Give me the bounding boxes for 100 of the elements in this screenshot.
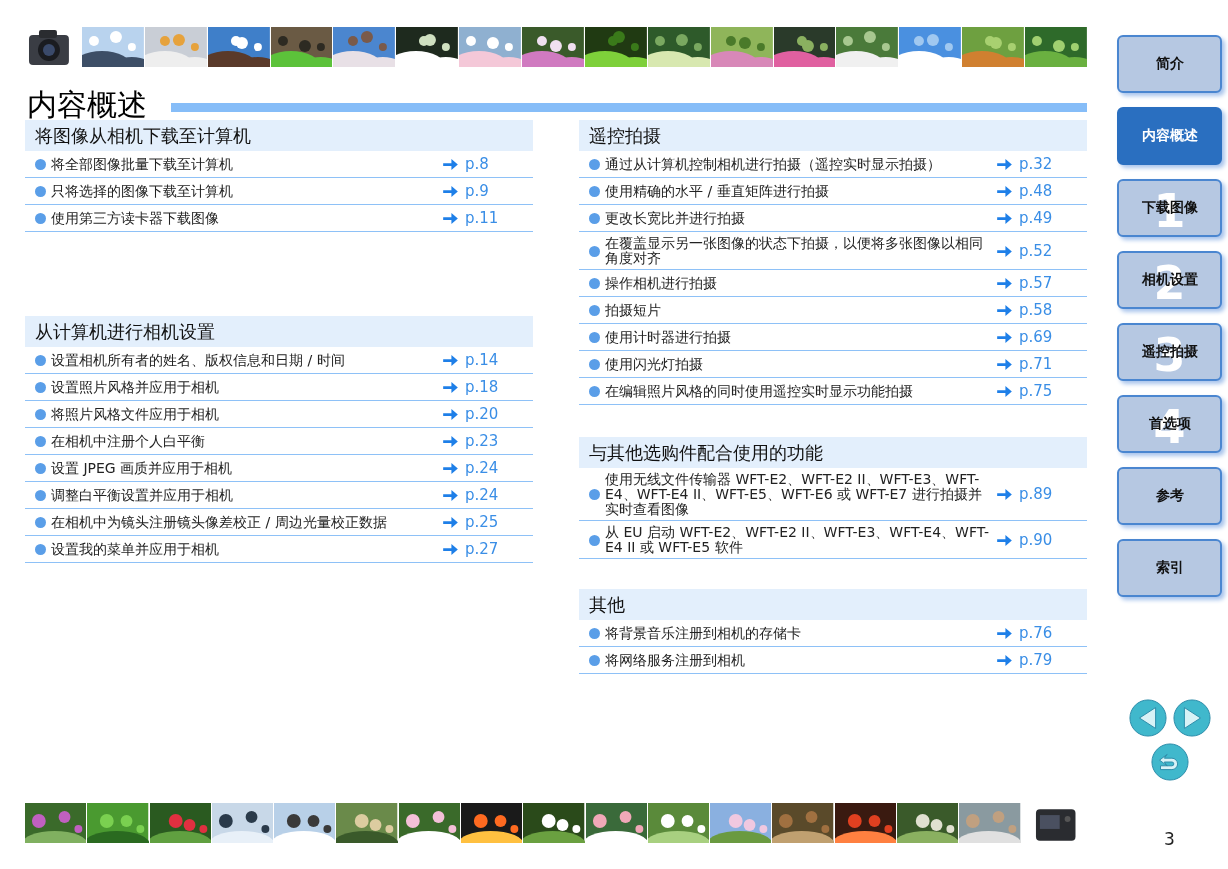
bullet-icon <box>35 382 46 393</box>
nav-button[interactable]: 内容概述 <box>1117 107 1222 165</box>
topic-text: 拍摄短片 <box>605 301 662 320</box>
topic-text: 设置照片风格并应用于相机 <box>51 378 220 397</box>
section-heading: 其他 <box>579 589 1087 620</box>
topic-text: 使用无线文件传输器 WFT-E2、WFT-E2 II、WFT-E3、WFT-E4、WFT-E4 II、WFT-E5、WFT-E6 或 WFT-E7 进行拍摄并实时查看图像 <box>605 470 983 519</box>
bullet-icon <box>35 213 46 224</box>
page-link[interactable]: p.11 <box>441 211 521 226</box>
page-link[interactable]: p.89 <box>995 487 1075 502</box>
bullet-icon <box>35 159 46 170</box>
page-link[interactable]: p.8 <box>441 157 521 172</box>
nav-button[interactable]: 索引 <box>1117 539 1222 597</box>
arrow-icon <box>997 359 1012 370</box>
bullet-icon <box>35 355 46 366</box>
topic-text: 设置相机所有者的姓名、版权信息和日期 / 时间 <box>51 351 346 370</box>
arrow-icon <box>443 517 458 528</box>
topic-text: 在相机中注册个人白平衡 <box>51 432 206 451</box>
page-link[interactable]: p.23 <box>441 434 521 449</box>
section-heading: 遥控拍摄 <box>579 120 1087 151</box>
bullet-icon <box>589 159 600 170</box>
topic-text: 将照片风格文件应用于相机 <box>51 405 220 424</box>
page-link[interactable]: p.69 <box>995 330 1075 345</box>
topic-text: 使用闪光灯拍摄 <box>605 355 704 374</box>
bullet-icon <box>589 386 600 397</box>
page-link[interactable]: p.57 <box>995 276 1075 291</box>
arrow-icon <box>997 186 1012 197</box>
arrow-icon <box>443 213 458 224</box>
arrow-icon <box>443 355 458 366</box>
bullet-icon <box>589 213 600 224</box>
page-link[interactable]: p.20 <box>441 407 521 422</box>
arrow-icon <box>997 655 1012 666</box>
page-link[interactable]: p.9 <box>441 184 521 199</box>
bullet-icon <box>589 655 600 666</box>
bullet-icon <box>589 534 600 546</box>
arrow-icon <box>443 436 458 447</box>
bullet-icon <box>589 186 600 197</box>
page-link[interactable]: p.32 <box>995 157 1075 172</box>
return-icon[interactable] <box>1150 743 1189 781</box>
page-link[interactable]: p.25 <box>441 515 521 530</box>
next-page-icon[interactable] <box>1172 699 1211 737</box>
topic-text: 将网络服务注册到相机 <box>605 651 746 670</box>
page-link[interactable]: p.27 <box>441 542 521 557</box>
section-heading: 将图像从相机下载至计算机 <box>25 120 533 151</box>
arrow-icon <box>443 186 458 197</box>
page-number: 3 <box>1164 829 1175 849</box>
bullet-icon <box>35 409 46 420</box>
bullet-icon <box>589 278 600 289</box>
topic-text: 将全部图像批量下载至计算机 <box>51 155 234 174</box>
arrow-icon <box>997 386 1012 397</box>
arrow-icon <box>997 305 1012 316</box>
page-link[interactable]: p.18 <box>441 380 521 395</box>
arrow-icon <box>997 213 1012 224</box>
topic-text: 设置 JPEG 画质并应用于相机 <box>51 459 234 478</box>
nav-button[interactable]: 简介 <box>1117 35 1222 93</box>
topic-text: 调整白平衡设置并应用于相机 <box>51 486 234 505</box>
topic-text: 在相机中为镜头注册镜头像差校正 / 周边光量校正数据 <box>51 513 388 532</box>
page-link[interactable]: p.71 <box>995 357 1075 372</box>
arrow-icon <box>997 159 1012 170</box>
arrow-icon <box>997 489 1012 500</box>
bullet-icon <box>589 305 600 316</box>
arrow-icon <box>997 534 1012 546</box>
bullet-icon <box>35 517 46 528</box>
bullet-icon <box>35 490 46 501</box>
bullet-icon <box>589 245 600 257</box>
page-link[interactable]: p.58 <box>995 303 1075 318</box>
arrow-icon <box>997 278 1012 289</box>
bullet-icon <box>35 544 46 555</box>
section-heading: 与其他选购件配合使用的功能 <box>579 437 1087 468</box>
topic-text: 更改长宽比并进行拍摄 <box>605 209 746 228</box>
previous-page-icon[interactable] <box>1128 699 1167 737</box>
topic-text: 只将选择的图像下载至计算机 <box>51 182 234 201</box>
page-link[interactable]: p.76 <box>995 626 1075 641</box>
bullet-icon <box>35 463 46 474</box>
page-link[interactable]: p.14 <box>441 353 521 368</box>
topic-text: 从 EU 启动 WFT-E2、WFT-E2 II、WFT-E3、WFT-E4、WFT-E4 II 或 WFT-E5 软件 <box>605 523 990 557</box>
bullet-icon <box>35 186 46 197</box>
page-link[interactable]: p.75 <box>995 384 1075 399</box>
arrow-icon <box>443 409 458 420</box>
topic-text: 通过从计算机控制相机进行拍摄（遥控实时显示拍摄） <box>605 155 942 174</box>
page-link[interactable]: p.52 <box>995 243 1075 259</box>
bullet-icon <box>589 628 600 639</box>
arrow-icon <box>443 490 458 501</box>
topic-text: 设置我的菜单并应用于相机 <box>51 540 220 559</box>
arrow-icon <box>443 544 458 555</box>
page-link[interactable]: p.90 <box>995 532 1075 548</box>
topic-text: 在编辑照片风格的同时使用遥控实时显示功能拍摄 <box>605 382 914 401</box>
bullet-icon <box>589 332 600 343</box>
arrow-icon <box>997 332 1012 343</box>
topic-text: 在覆盖显示另一张图像的状态下拍摄，以便将多张图像以相同角度对齐 <box>605 234 984 268</box>
arrow-icon <box>443 382 458 393</box>
arrow-icon <box>997 245 1012 257</box>
bullet-icon <box>589 359 600 370</box>
page-link[interactable]: p.49 <box>995 211 1075 226</box>
page-link[interactable]: p.24 <box>441 488 521 503</box>
page-link[interactable]: p.48 <box>995 184 1075 199</box>
topic-text: 使用计时器进行拍摄 <box>605 328 732 347</box>
arrow-icon <box>443 159 458 170</box>
page-link[interactable]: p.24 <box>441 461 521 476</box>
nav-button[interactable]: 参考 <box>1117 467 1222 525</box>
page-link[interactable]: p.79 <box>995 653 1075 668</box>
